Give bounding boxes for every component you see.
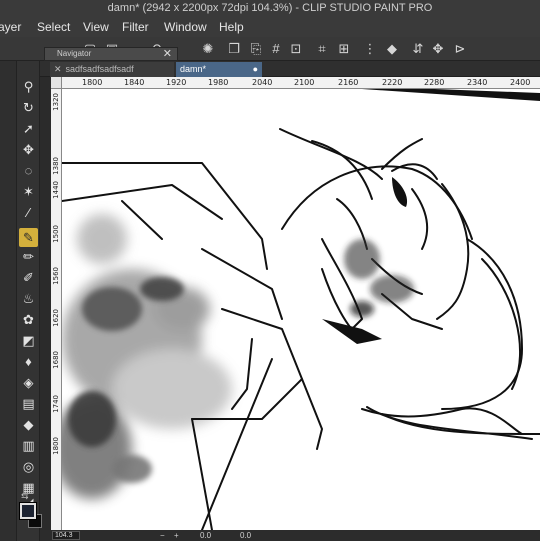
flip-vertical-icon[interactable]: ⇵ bbox=[410, 41, 426, 57]
menu-filter[interactable]: Filter bbox=[122, 17, 149, 37]
menu-select[interactable]: Select bbox=[37, 17, 70, 37]
paste-icon[interactable]: ⎘ bbox=[248, 41, 264, 57]
left-dock-strip bbox=[0, 61, 17, 541]
menu-view[interactable]: View bbox=[83, 17, 109, 37]
tab-label: damn* bbox=[180, 64, 207, 74]
ruler-label: 1440 bbox=[52, 181, 60, 199]
gradient-icon[interactable]: ▥ bbox=[19, 436, 38, 455]
modified-dot-icon: ● bbox=[252, 64, 258, 74]
zoom-minus-icon[interactable]: − bbox=[160, 530, 165, 541]
pen-icon[interactable]: ✎ bbox=[19, 228, 38, 247]
menu-window[interactable]: Window bbox=[164, 17, 207, 37]
ruler-grid-icon[interactable]: ⊞ bbox=[336, 41, 352, 57]
ruler-label: 1800 bbox=[82, 78, 103, 87]
ruler-corner bbox=[51, 77, 62, 89]
ruler-label: 1560 bbox=[52, 267, 60, 285]
extra-value: 0.0 bbox=[240, 531, 252, 540]
menu-layer[interactable]: ayer bbox=[0, 17, 21, 37]
copy-icon[interactable]: ❐ bbox=[226, 41, 242, 57]
drawing-canvas[interactable] bbox=[62, 89, 540, 530]
menu-help[interactable]: Help bbox=[219, 17, 244, 37]
close-icon[interactable]: ✕ bbox=[163, 48, 172, 60]
ruler-label: 2280 bbox=[424, 78, 445, 87]
ruler-label: 1800 bbox=[52, 437, 60, 455]
ruler-label: 2220 bbox=[382, 78, 403, 87]
ruler-label: 2100 bbox=[294, 78, 315, 87]
document-tabs: ✕ sadfsadfsadfsadf damn* ● bbox=[40, 61, 540, 77]
rotate-icon[interactable]: ↻ bbox=[19, 98, 38, 117]
transform-icon[interactable]: ⊡ bbox=[288, 41, 304, 57]
ruler-label: 2040 bbox=[252, 78, 273, 87]
blend-icon[interactable]: ♦ bbox=[19, 352, 38, 371]
eyedropper-icon[interactable]: ⁄ bbox=[19, 203, 38, 222]
navigator-panel[interactable]: Navigator ✕ bbox=[44, 47, 178, 61]
crop-icon[interactable]: ⌗ bbox=[314, 41, 330, 57]
sketch-artwork bbox=[62, 89, 540, 530]
window-title: damn* (2942 x 2200px 72dpi 104.3%) - CLI… bbox=[0, 0, 540, 17]
ruler-label: 1500 bbox=[52, 225, 60, 243]
tab-damn[interactable]: damn* ● bbox=[176, 62, 262, 77]
ruler-label: 1620 bbox=[52, 309, 60, 327]
ruler-label: 2160 bbox=[338, 78, 359, 87]
brush-icon[interactable]: ✐ bbox=[19, 268, 38, 287]
move-icon[interactable]: ✥ bbox=[19, 140, 38, 159]
airbrush-icon[interactable]: ♨ bbox=[19, 289, 38, 308]
move-view-icon[interactable]: ✥ bbox=[430, 41, 446, 57]
navigator-title: Navigator bbox=[57, 49, 92, 58]
pencil-icon[interactable]: ✏ bbox=[19, 247, 38, 266]
ruler-horizontal: 1800 1840 1920 1980 2040 2100 2160 2220 … bbox=[62, 77, 540, 89]
ruler-label: 2400 bbox=[510, 78, 531, 87]
tab-sadfsadfsadfsadf[interactable]: ✕ sadfsadfsadfsadf bbox=[50, 62, 174, 77]
swap-colors-icon[interactable]: ⇆ bbox=[21, 491, 29, 502]
ruler-label: 1320 bbox=[52, 93, 60, 111]
zoom-input[interactable]: 104.3 bbox=[52, 531, 80, 540]
main-color-swatch[interactable] bbox=[19, 502, 37, 520]
decoration-icon[interactable]: ✿ bbox=[19, 310, 38, 329]
tab-label: sadfsadfsadfsadf bbox=[65, 64, 134, 74]
tab-close-icon[interactable]: ✕ bbox=[54, 64, 62, 74]
loading-icon: ✺ bbox=[202, 41, 214, 56]
ruler-label: 1920 bbox=[166, 78, 187, 87]
status-bar: 104.3 − + 0.0 0.0 bbox=[40, 530, 540, 541]
ruler-label: 1840 bbox=[124, 78, 145, 87]
text-icon[interactable]: ◎ bbox=[19, 457, 38, 476]
tool-palette: ⚲ ↻ ➚ ✥ ◌ ✶ ⁄ ✎ ✏ ✐ ♨ ✿ ◩ ♦ ◈ ▤ ◆ ▥ ◎ ▦ … bbox=[17, 61, 40, 541]
fill-bucket-icon[interactable]: ◆ bbox=[384, 41, 400, 57]
ruler-label: 1680 bbox=[52, 351, 60, 369]
magic-wand-icon[interactable]: ✶ bbox=[19, 182, 38, 201]
snap-ruler-icon[interactable]: ⋮ bbox=[362, 41, 378, 57]
figure-icon[interactable]: ◈ bbox=[19, 373, 38, 392]
zoom-plus-icon[interactable]: + bbox=[174, 530, 179, 541]
flip-horizontal-icon[interactable]: ⊳ bbox=[452, 41, 468, 57]
ruler-label: 1380 bbox=[52, 157, 60, 175]
eraser-icon[interactable]: ◩ bbox=[19, 331, 38, 350]
operation-icon[interactable]: ➚ bbox=[19, 119, 38, 138]
ruler-label: 1980 bbox=[208, 78, 229, 87]
ruler-vertical: 1320 1380 1440 1500 1560 1620 1680 1740 … bbox=[51, 89, 62, 530]
ruler-label: 1740 bbox=[52, 395, 60, 413]
angle-value[interactable]: 0.0 bbox=[200, 530, 211, 541]
ruler-label: 2340 bbox=[467, 78, 488, 87]
zoom-icon[interactable]: ⚲ bbox=[19, 77, 38, 96]
fill-icon[interactable]: ◆ bbox=[19, 415, 38, 434]
menu-bar: ayer Select View Filter Window Help bbox=[0, 17, 540, 37]
frame-icon[interactable]: ▤ bbox=[19, 394, 38, 413]
grid-icon[interactable]: # bbox=[268, 41, 284, 57]
lasso-icon[interactable]: ◌ bbox=[19, 161, 38, 180]
